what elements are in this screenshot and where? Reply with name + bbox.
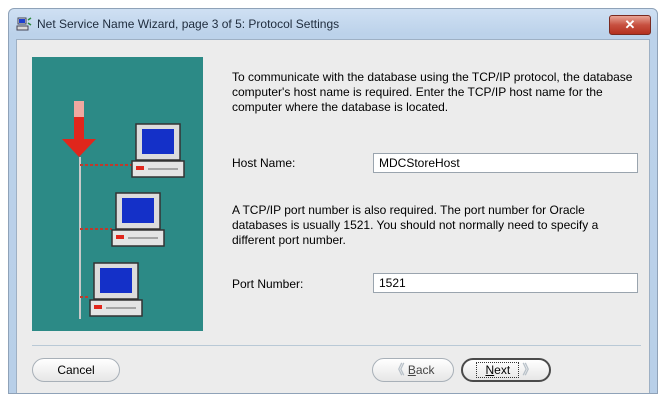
back-button[interactable]: 《 Back (372, 358, 454, 382)
next-label: ext (494, 363, 511, 377)
wizard-window: Net Service Name Wizard, page 3 of 5: Pr… (8, 8, 658, 394)
network-computer-icon (16, 17, 32, 31)
next-focus-rect: Next (476, 362, 520, 378)
host-name-label: Host Name: (232, 156, 296, 170)
close-button[interactable]: ✕ (609, 15, 651, 35)
next-button[interactable]: Next 》 (461, 358, 551, 382)
window-title: Net Service Name Wizard, page 3 of 5: Pr… (37, 17, 340, 31)
back-label: ack (415, 363, 435, 377)
port-number-input[interactable]: 1521 (373, 273, 638, 293)
port-intro-text: A TCP/IP port number is also required. T… (232, 203, 599, 247)
separator (32, 345, 641, 346)
next-arrow-icon: 》 (522, 362, 536, 377)
cancel-button[interactable]: Cancel (32, 358, 120, 382)
dialog-body: To communicate with the database using t… (16, 39, 650, 393)
title-bar[interactable]: Net Service Name Wizard, page 3 of 5: Pr… (9, 9, 657, 39)
intro-text: To communicate with the database using t… (232, 70, 633, 114)
port-number-label: Port Number: (232, 277, 304, 291)
back-arrow-icon: 《 (391, 362, 405, 377)
network-computers-illustration (32, 57, 203, 331)
host-name-input[interactable]: MDCStoreHost (373, 153, 638, 173)
back-mnemonic: B (407, 363, 416, 377)
next-mnemonic: N (485, 363, 495, 377)
